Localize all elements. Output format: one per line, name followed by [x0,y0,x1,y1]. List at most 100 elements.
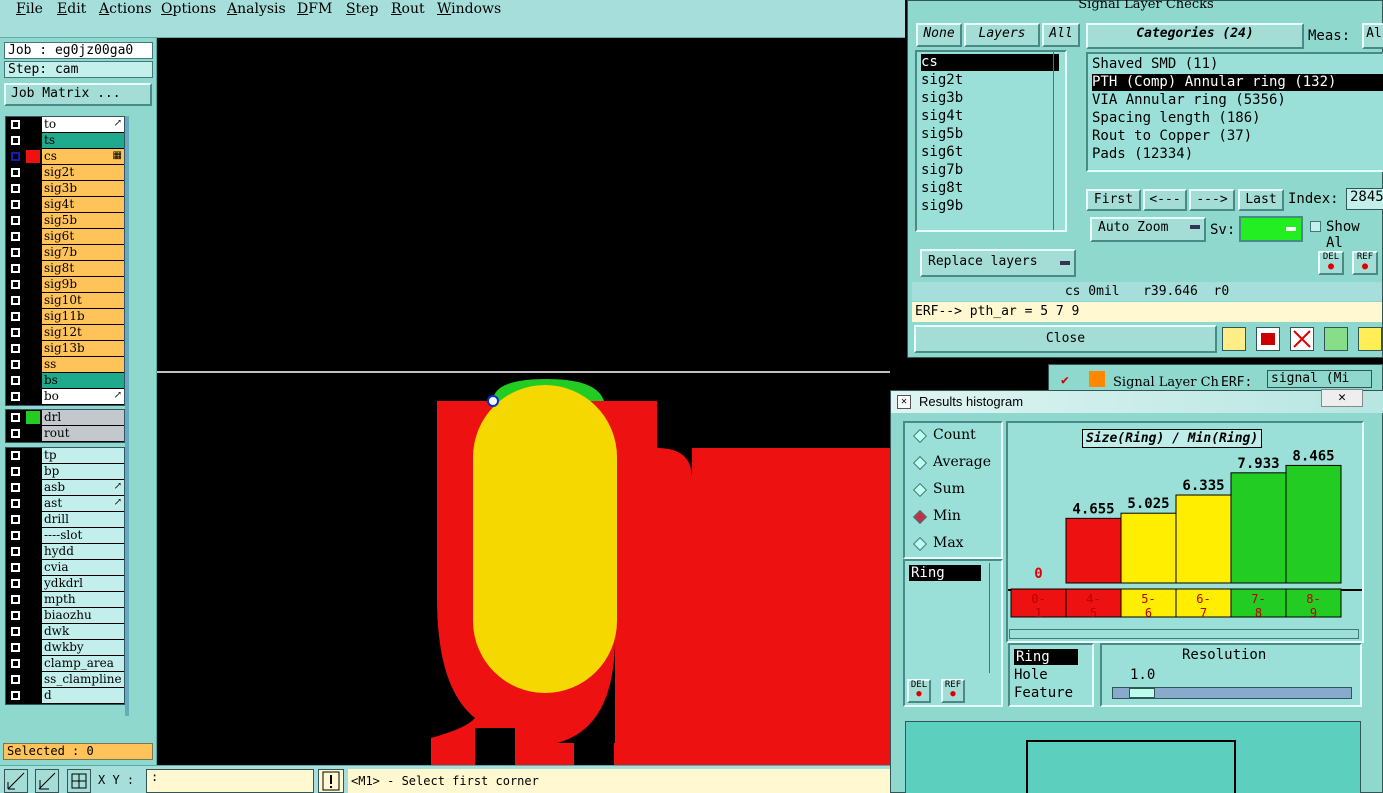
layer-name[interactable]: ss [42,357,124,372]
grouping-ring[interactable]: Ring [1014,649,1078,665]
layer-name[interactable]: bs [42,373,124,388]
layer-checkbox[interactable] [10,295,21,306]
histogram-bar[interactable] [1285,464,1342,584]
layer-color-swatch[interactable] [26,411,40,424]
notes-icon[interactable] [1358,327,1382,351]
none-button[interactable]: None [916,23,962,47]
layer-color-swatch[interactable] [26,545,40,558]
layer-color-swatch[interactable] [26,230,40,243]
show-all-checkbox[interactable] [1310,221,1321,232]
grouping-hole[interactable]: Hole [1014,667,1048,683]
layer-list-item[interactable]: sig6t [921,144,963,161]
layer-name[interactable]: bp [42,464,124,479]
layer-name[interactable]: biaozhu [42,608,124,623]
layer-name[interactable]: d [42,688,124,703]
layer-name[interactable]: sig10t [42,293,124,308]
categories-button[interactable]: Categories (24) [1086,23,1304,49]
menu-analysis[interactable]: Analysis [227,1,286,17]
layer-checkbox[interactable] [10,514,21,525]
layer-color-swatch[interactable] [26,625,40,638]
layer-color-swatch[interactable] [26,513,40,526]
layer-checkbox[interactable] [10,231,21,242]
radio-count[interactable]: Count [912,427,1005,447]
layer-name[interactable]: tp [42,448,124,463]
layer-row-ssclampline[interactable]: ss_clampline [6,672,124,687]
layer-row-dwk[interactable]: dwk [6,624,124,639]
histogram-bar[interactable] [1065,517,1122,584]
meas-dropdown[interactable]: Al [1362,23,1383,49]
layer-checkbox[interactable] [10,546,21,557]
layer-name[interactable]: sig8t [42,261,124,276]
category-item[interactable]: Rout to Copper (37) [1092,128,1252,145]
layer-name[interactable]: to ↗ [42,117,124,132]
layer-row-drill[interactable]: drill [6,512,124,527]
layer-color-swatch[interactable] [26,310,40,323]
categories-list[interactable]: Shaved SMD (11) PTH (Comp) Annular ring (… [1086,52,1383,172]
layer-checkbox[interactable] [10,311,21,322]
layer-name[interactable]: ydkdrl [42,576,124,591]
layer-list-item[interactable]: sig3b [921,90,963,107]
layer-checkbox[interactable] [10,199,21,210]
layer-name[interactable]: rout [42,426,124,441]
resolution-slider-handle[interactable] [1129,688,1155,698]
layer-checkbox[interactable] [10,428,21,439]
layer-checkbox[interactable] [10,642,21,653]
layer-checkbox[interactable] [10,412,21,423]
layer-scrollbar[interactable] [125,116,129,716]
category-item[interactable]: Pads (12334) [1092,146,1193,163]
menu-windows[interactable]: Windows [437,1,501,17]
radio-sum[interactable]: Sum [912,481,1005,501]
layer-color-swatch[interactable] [26,342,40,355]
layer-color-swatch[interactable] [26,609,40,622]
zoom-window-icon[interactable] [4,769,28,793]
graphics-canvas[interactable] [157,38,890,765]
next-button[interactable]: ---> [1189,189,1235,211]
all-button[interactable]: All [1042,23,1080,47]
layer-row-cvia[interactable]: cvia [6,560,124,575]
layer-checkbox[interactable] [10,562,21,573]
layer-name[interactable]: sig2t [42,165,124,180]
menu-edit[interactable]: Edit [57,1,86,17]
layer-row-mpth[interactable]: mpth [6,592,124,607]
replace-layers-menu[interactable]: Replace layers [920,249,1076,277]
layer-checkbox[interactable] [10,167,21,178]
layer-color-swatch[interactable] [26,358,40,371]
layer-row-bo[interactable]: bo ↗ [6,389,124,404]
layer-list-item[interactable]: cs [921,54,1059,71]
layer-name[interactable]: sig6t [42,229,124,244]
layer-row-slot[interactable]: ----slot [6,528,124,543]
grouping-list[interactable]: Ring Hole Feature [1008,643,1094,707]
layer-color-swatch[interactable] [26,134,40,147]
layer-color-swatch[interactable] [26,689,40,702]
layer-row-ts[interactable]: ts [6,133,124,148]
histogram-bar[interactable] [1175,494,1232,584]
layer-color-swatch[interactable] [26,481,40,494]
layer-row-sig11b[interactable]: sig11b [6,309,124,324]
layer-checkbox[interactable] [10,674,21,685]
close-button[interactable]: Close [914,325,1217,353]
chart-scrollbar[interactable] [1009,629,1359,639]
layer-checkbox[interactable] [10,327,21,338]
layer-checkbox[interactable] [10,183,21,194]
layer-row-hydd[interactable]: hydd [6,544,124,559]
layer-list-item[interactable]: sig9b [921,198,963,215]
layer-row-dwkby[interactable]: dwkby [6,640,124,655]
layer-name[interactable]: cvia [42,560,124,575]
last-button[interactable]: Last [1238,189,1284,211]
layer-list-item[interactable]: sig2t [921,72,963,89]
layer-row-tp[interactable]: tp [6,448,124,463]
radio-max[interactable]: Max [912,535,1005,555]
layer-name[interactable]: ss_clampline [42,672,124,687]
layer-name[interactable]: drl [42,410,124,425]
layer-row-ydkdrl[interactable]: ydkdrl [6,576,124,591]
layer-checkbox[interactable] [10,119,21,130]
index-input[interactable]: 2845 [1346,188,1383,210]
layer-row-asb[interactable]: asb ↗ [6,480,124,495]
layers-button[interactable]: Layers [964,23,1040,47]
layer-row-sig4t[interactable]: sig4t [6,197,124,212]
ref-button[interactable]: REF ● [1352,251,1378,275]
layer-color-swatch[interactable] [26,166,40,179]
layer-color-swatch[interactable] [26,326,40,339]
menu-dfm[interactable]: DFM [297,1,332,17]
layer-name[interactable]: bo ↗ [42,389,124,404]
